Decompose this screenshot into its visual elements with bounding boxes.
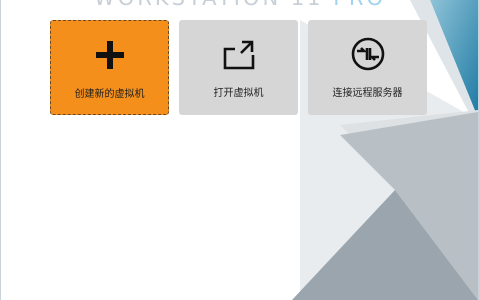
plus-icon — [92, 37, 128, 73]
product-name: WORKSTATION 11 — [94, 0, 324, 10]
remote-connect-icon — [350, 36, 386, 72]
open-folder-icon — [221, 36, 257, 72]
connect-remote-server-button[interactable]: 连接远程服务器 — [308, 20, 427, 115]
open-vm-label: 打开虚拟机 — [213, 88, 264, 99]
connect-remote-server-label: 连接远程服务器 — [332, 88, 403, 99]
create-vm-button[interactable]: 创建新的虚拟机 — [50, 20, 169, 115]
product-title: WORKSTATION 11 PRO — [0, 0, 480, 10]
open-vm-button[interactable]: 打开虚拟机 — [179, 20, 298, 115]
create-vm-label: 创建新的虚拟机 — [74, 89, 145, 100]
product-edition: PRO — [333, 0, 386, 10]
